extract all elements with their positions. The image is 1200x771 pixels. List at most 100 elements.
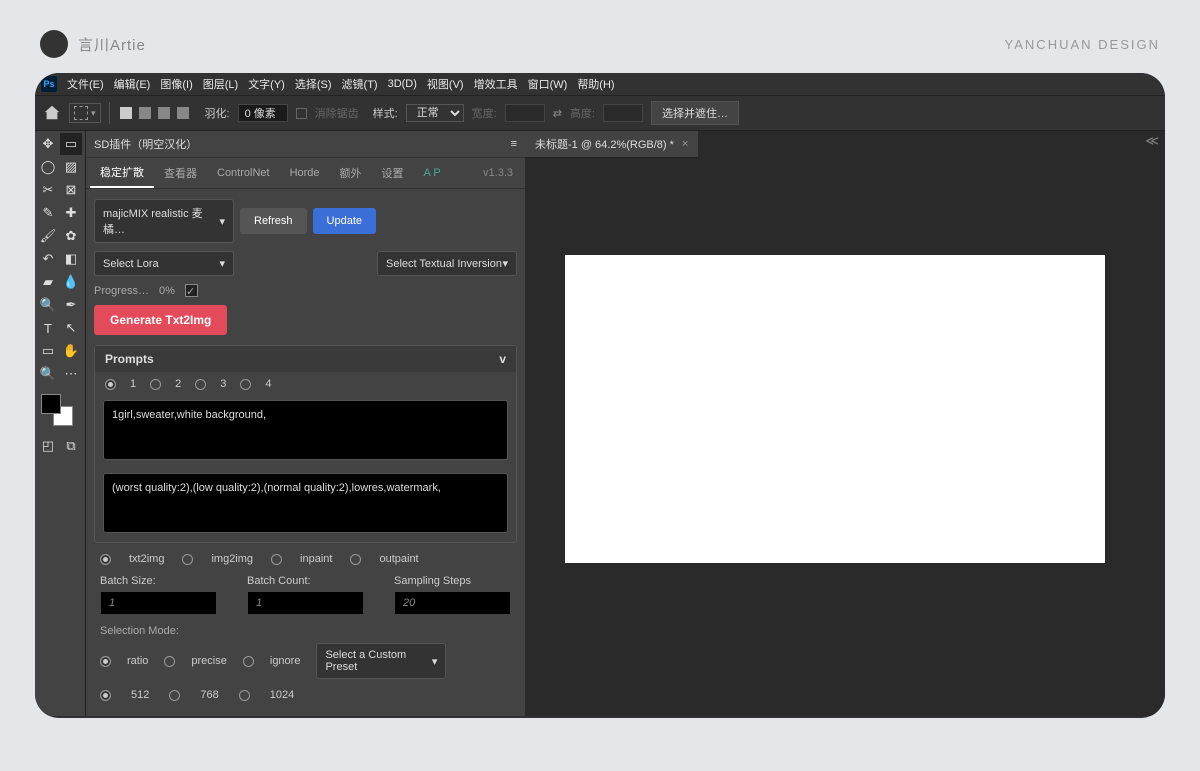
menu-view[interactable]: 视图(V) [423, 74, 468, 94]
collapse-panels-icon[interactable]: ≪ [1145, 133, 1159, 149]
menu-select[interactable]: 选择(S) [291, 74, 336, 94]
prompt-radio-1[interactable] [105, 379, 116, 390]
select-and-mask-button[interactable]: 选择并遮住… [651, 101, 739, 125]
batch-count-input[interactable] [247, 591, 364, 615]
update-button[interactable]: Update [313, 208, 376, 234]
prompt-radio-3[interactable] [195, 379, 206, 390]
marquee-tool-icon[interactable]: ▭ [60, 133, 82, 155]
color-swatches[interactable] [41, 394, 73, 426]
menu-plugins[interactable]: 增效工具 [470, 74, 522, 94]
textual-inversion-select[interactable]: Select Textual Inversion▾ [377, 251, 517, 276]
selmode-ratio-radio[interactable] [100, 656, 111, 667]
preset-select[interactable]: Select a Custom Preset▾ [316, 643, 446, 679]
blur-tool-icon[interactable]: 💧 [60, 271, 82, 293]
tool-panel: ✥ ▭ ◯ ▨ ✂ ⊠ ✎ ✚ 🖌 ✿ ↶ ◧ ▰ 💧 🔍 ✒ T ↖ ▭ ✋ … [35, 131, 85, 716]
panel-menu-icon[interactable]: ≡ [511, 138, 517, 150]
sd-plugin-panel: SD插件（明空汉化） ≡ 稳定扩散 查看器 ControlNet Horde 额… [85, 131, 525, 716]
chevron-down-icon: ▾ [432, 655, 438, 668]
brush-tool-icon[interactable]: 🖌 [37, 225, 59, 247]
tab-settings[interactable]: 设置 [372, 159, 414, 187]
mode-outpaint-radio[interactable] [350, 554, 361, 565]
menu-window[interactable]: 窗口(W) [524, 74, 572, 94]
author-block: 言川Artie [40, 30, 146, 58]
tab-controlnet[interactable]: ControlNet [207, 161, 280, 185]
height-input[interactable] [603, 104, 643, 122]
size-1024-radio[interactable] [239, 690, 250, 701]
document-tab-label: 未标题-1 @ 64.2%(RGB/8) * [535, 136, 674, 152]
progress-percent: 0% [159, 285, 175, 297]
prompt-radio-4[interactable] [240, 379, 251, 390]
chevron-down-icon: ▾ [219, 257, 225, 270]
tab-ap[interactable]: A P [414, 161, 451, 185]
selmode-ignore-radio[interactable] [243, 656, 254, 667]
mode-img2img-radio[interactable] [182, 554, 193, 565]
history-brush-icon[interactable]: ↶ [37, 248, 59, 270]
sd-version: v1.3.3 [475, 161, 521, 185]
mode-inpaint-radio[interactable] [271, 554, 282, 565]
lora-select[interactable]: Select Lora▾ [94, 251, 234, 276]
path-select-icon[interactable]: ↖ [60, 317, 82, 339]
author-name: 言川Artie [78, 34, 146, 55]
prompt-radio-2[interactable] [150, 379, 161, 390]
batch-size-input[interactable] [100, 591, 217, 615]
quickmask-icon[interactable]: ◰ [37, 435, 59, 457]
close-icon[interactable]: × [682, 138, 688, 150]
zoom-tool-icon[interactable]: 🔍 [37, 363, 59, 385]
patch-tool-icon[interactable]: ✚ [60, 202, 82, 224]
avatar [40, 30, 68, 58]
crop-tool-icon[interactable]: ✂ [37, 179, 59, 201]
size-512-radio[interactable] [100, 690, 111, 701]
size-768-radio[interactable] [169, 690, 180, 701]
stamp-tool-icon[interactable]: ✿ [60, 225, 82, 247]
screenmode-icon[interactable]: ⧉ [60, 435, 82, 457]
selection-mode-icons[interactable] [118, 107, 191, 119]
tab-stable-diffusion[interactable]: 稳定扩散 [90, 158, 154, 188]
marquee-tool-icon[interactable] [74, 106, 88, 120]
progress-checkbox[interactable]: ✓ [185, 284, 198, 297]
sampling-steps-label: Sampling Steps [394, 575, 511, 587]
canvas-document[interactable] [565, 255, 1105, 563]
more-tools-icon[interactable]: ⋯ [60, 363, 82, 385]
frame-tool-icon[interactable]: ⊠ [60, 179, 82, 201]
menu-3d[interactable]: 3D(D) [384, 76, 421, 92]
gradient-tool-icon[interactable]: ▰ [37, 271, 59, 293]
menu-layer[interactable]: 图层(L) [199, 74, 242, 94]
lasso-tool-icon[interactable]: ◯ [37, 156, 59, 178]
tab-viewer[interactable]: 查看器 [154, 159, 207, 187]
menu-file[interactable]: 文件(E) [63, 74, 108, 94]
menu-help[interactable]: 帮助(H) [573, 74, 618, 94]
refresh-button[interactable]: Refresh [240, 208, 307, 234]
eraser-tool-icon[interactable]: ◧ [60, 248, 82, 270]
text-tool-icon[interactable]: T [37, 317, 59, 339]
antialias-checkbox[interactable] [296, 108, 307, 119]
pen-tool-icon[interactable]: ✒ [60, 294, 82, 316]
width-input[interactable] [505, 104, 545, 122]
object-select-icon[interactable]: ▨ [60, 156, 82, 178]
move-tool-icon[interactable]: ✥ [37, 133, 59, 155]
selmode-precise-radio[interactable] [164, 656, 175, 667]
hand-tool-icon[interactable]: ✋ [60, 340, 82, 362]
dodge-tool-icon[interactable]: 🔍 [37, 294, 59, 316]
mode-txt2img-radio[interactable] [100, 554, 111, 565]
tab-horde[interactable]: Horde [280, 161, 330, 185]
menu-filter[interactable]: 滤镜(T) [338, 74, 382, 94]
feather-input[interactable] [238, 104, 288, 122]
generate-button[interactable]: Generate Txt2Img [94, 305, 227, 335]
document-tab[interactable]: 未标题-1 @ 64.2%(RGB/8) * × [525, 131, 698, 158]
menu-image[interactable]: 图像(I) [156, 74, 196, 94]
sampling-steps-input[interactable] [394, 591, 511, 615]
menu-text[interactable]: 文字(Y) [244, 74, 289, 94]
shape-tool-icon[interactable]: ▭ [37, 340, 59, 362]
batch-count-label: Batch Count: [247, 575, 364, 587]
home-icon[interactable] [43, 104, 61, 122]
style-select[interactable]: 正常 [406, 104, 464, 122]
collapse-icon[interactable]: v [499, 352, 506, 366]
tab-extras[interactable]: 额外 [330, 159, 372, 187]
model-select[interactable]: majicMIX realistic 麦橘…▾ [94, 199, 234, 243]
negative-prompt-input[interactable] [103, 473, 508, 533]
menu-edit[interactable]: 编辑(E) [110, 74, 155, 94]
swap-icon[interactable]: ⇄ [553, 107, 562, 120]
eyedropper-icon[interactable]: ✎ [37, 202, 59, 224]
chevron-down-icon[interactable]: ▾ [91, 108, 96, 119]
positive-prompt-input[interactable] [103, 400, 508, 460]
